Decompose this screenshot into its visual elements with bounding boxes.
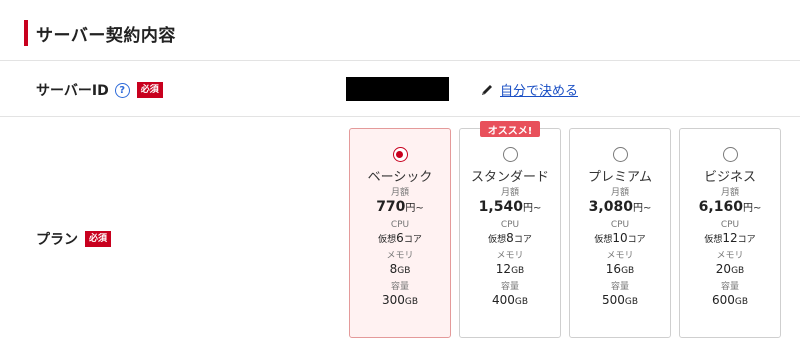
plan-label: プラン bbox=[36, 232, 78, 248]
price-value: 6,160 bbox=[698, 199, 743, 215]
cpu-unit: コア bbox=[403, 235, 422, 245]
memory-label: メモリ bbox=[606, 251, 634, 261]
price-unit: 円~ bbox=[632, 203, 652, 214]
plan-price: 1,540円~ bbox=[460, 199, 560, 217]
plan-price: 6,160円~ bbox=[680, 199, 780, 217]
monthly-label: 月額 bbox=[720, 188, 739, 198]
server-id-label: サーバーID bbox=[36, 83, 109, 99]
memory-spec: 20GB bbox=[680, 262, 780, 279]
storage-value: 300 bbox=[381, 293, 405, 307]
cpu-spec: 仮想8コア bbox=[460, 231, 560, 248]
cpu-value: 10 bbox=[612, 231, 628, 245]
storage-spec: 600GB bbox=[680, 293, 780, 310]
cpu-prefix: 仮想 bbox=[704, 235, 723, 245]
storage-unit: GB bbox=[734, 297, 749, 307]
storage-unit: GB bbox=[404, 297, 419, 307]
plan-name: プレミアム bbox=[587, 170, 653, 185]
storage-value: 500 bbox=[601, 293, 625, 307]
monthly-label: 月額 bbox=[500, 188, 519, 198]
section-accent-bar bbox=[24, 20, 28, 46]
storage-label: 容量 bbox=[390, 282, 409, 292]
pencil-icon bbox=[482, 84, 492, 95]
plan-radio-premium[interactable] bbox=[612, 147, 628, 162]
price-unit: 円~ bbox=[405, 203, 424, 214]
cpu-unit: コア bbox=[737, 235, 756, 245]
cpu-prefix: 仮想 bbox=[378, 235, 397, 245]
cpu-unit: コア bbox=[627, 235, 646, 245]
cpu-spec: 仮想10コア bbox=[570, 231, 670, 248]
cpu-value: 6 bbox=[396, 231, 404, 245]
section-title: サーバー契約内容 bbox=[36, 25, 176, 46]
cpu-prefix: 仮想 bbox=[488, 235, 507, 245]
memory-unit: GB bbox=[397, 266, 411, 276]
plan-name: スタンダード bbox=[470, 170, 549, 185]
required-badge: 必須 bbox=[136, 82, 163, 98]
memory-spec: 12GB bbox=[460, 262, 560, 279]
server-id-label-group: サーバーID ? 必須 bbox=[36, 80, 163, 100]
divider bbox=[0, 116, 800, 117]
server-id-value[interactable] bbox=[346, 77, 449, 101]
price-value: 770 bbox=[376, 199, 406, 215]
section-header: サーバー契約内容 bbox=[24, 20, 176, 46]
memory-label: メモリ bbox=[386, 251, 414, 261]
monthly-label: 月額 bbox=[390, 188, 409, 198]
plan-radio-business[interactable] bbox=[722, 147, 738, 162]
cpu-value: 8 bbox=[506, 231, 514, 245]
plan-card-basic[interactable]: ベーシック 月額 770円~ CPU 仮想6コア メモリ 8GB 容量 300G… bbox=[349, 128, 451, 338]
storage-label: 容量 bbox=[720, 282, 739, 292]
cpu-label: CPU bbox=[390, 220, 410, 230]
recommend-badge: オススメ! bbox=[480, 121, 540, 137]
plan-radio-standard[interactable] bbox=[502, 147, 518, 162]
plan-radio-basic[interactable] bbox=[392, 147, 408, 162]
price-value: 1,540 bbox=[478, 199, 523, 215]
cpu-unit: コア bbox=[513, 235, 532, 245]
cpu-prefix: 仮想 bbox=[594, 235, 613, 245]
plan-price: 770円~ bbox=[350, 199, 450, 217]
self-decide-link[interactable]: 自分で決める bbox=[500, 80, 578, 99]
price-unit: 円~ bbox=[742, 203, 762, 214]
storage-unit: GB bbox=[514, 297, 529, 307]
plan-card-premium[interactable]: プレミアム 月額 3,080円~ CPU 仮想10コア メモリ 16GB 容量 … bbox=[569, 128, 671, 338]
storage-label: 容量 bbox=[610, 282, 629, 292]
plan-name: ビジネス bbox=[703, 170, 756, 185]
memory-value: 20 bbox=[715, 262, 732, 276]
memory-unit: GB bbox=[621, 266, 635, 276]
monthly-label: 月額 bbox=[610, 188, 629, 198]
memory-label: メモリ bbox=[716, 251, 744, 261]
memory-value: 16 bbox=[605, 262, 622, 276]
storage-spec: 300GB bbox=[350, 293, 450, 310]
divider bbox=[0, 60, 800, 61]
help-icon[interactable]: ? bbox=[114, 82, 130, 98]
plan-card-business[interactable]: ビジネス 月額 6,160円~ CPU 仮想12コア メモリ 20GB 容量 6… bbox=[679, 128, 781, 338]
price-unit: 円~ bbox=[522, 203, 542, 214]
storage-spec: 400GB bbox=[460, 293, 560, 310]
memory-unit: GB bbox=[511, 266, 525, 276]
cpu-label: CPU bbox=[500, 220, 520, 230]
storage-label: 容量 bbox=[500, 282, 519, 292]
cpu-spec: 仮想12コア bbox=[680, 231, 780, 248]
self-decide-link-group[interactable]: 自分で決める bbox=[480, 80, 578, 99]
storage-spec: 500GB bbox=[570, 293, 670, 310]
plan-card-standard[interactable]: スタンダード 月額 1,540円~ CPU 仮想8コア メモリ 12GB 容量 … bbox=[459, 128, 561, 338]
plan-name: ベーシック bbox=[367, 170, 433, 185]
plan-label-group: プラン 必須 bbox=[36, 229, 112, 249]
cpu-spec: 仮想6コア bbox=[350, 231, 450, 248]
price-value: 3,080 bbox=[588, 199, 633, 215]
required-badge: 必須 bbox=[85, 231, 112, 247]
memory-label: メモリ bbox=[496, 251, 524, 261]
storage-value: 600 bbox=[711, 293, 735, 307]
storage-value: 400 bbox=[491, 293, 515, 307]
memory-value: 12 bbox=[495, 262, 512, 276]
plan-price: 3,080円~ bbox=[570, 199, 670, 217]
cpu-label: CPU bbox=[720, 220, 740, 230]
memory-spec: 8GB bbox=[350, 262, 450, 279]
memory-unit: GB bbox=[731, 266, 745, 276]
memory-spec: 16GB bbox=[570, 262, 670, 279]
cpu-label: CPU bbox=[610, 220, 630, 230]
cpu-value: 12 bbox=[722, 231, 738, 245]
storage-unit: GB bbox=[624, 297, 639, 307]
